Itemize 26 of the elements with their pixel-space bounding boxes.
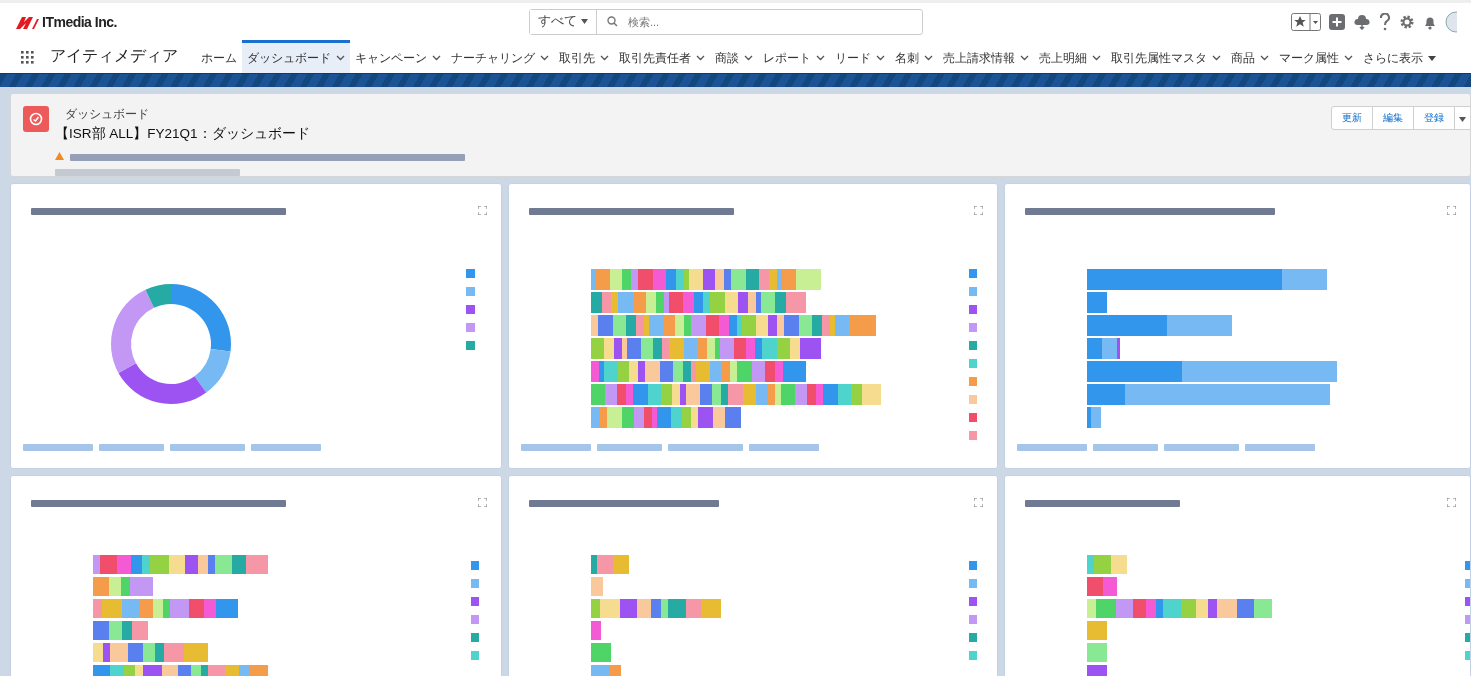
logo-text: ITmedia Inc.	[42, 13, 117, 30]
toolbar-button[interactable]: 編集	[1372, 106, 1414, 130]
nav-tab[interactable]: ダッシュボード	[242, 40, 350, 73]
page-type-label: ダッシュボード	[64, 106, 150, 123]
nav-tab[interactable]: 取引先	[554, 40, 614, 73]
nav-tab[interactable]: さらに表示	[1358, 40, 1441, 73]
nav-tab[interactable]: マーク属性	[1274, 40, 1358, 73]
search-scope-dropdown[interactable]: すべて	[530, 9, 597, 34]
nav-tab[interactable]: 取引先属性マスタ	[1106, 40, 1226, 73]
toolbar-button[interactable]: 登録	[1413, 106, 1455, 130]
nav-tab[interactable]: リード	[830, 40, 890, 73]
nav-tab[interactable]: 商品	[1226, 40, 1274, 73]
nav-tab[interactable]: キャンペーン	[350, 40, 446, 73]
app-name: アイティメディア	[50, 46, 178, 66]
dashboard-title: 【ISR部 ALL】FY21Q1：ダッシュボード	[55, 125, 311, 143]
nav-tab[interactable]: レポート	[758, 40, 830, 73]
nav-tab[interactable]: 売上請求情報	[938, 40, 1034, 73]
nav-tab[interactable]: 名刺	[890, 40, 938, 73]
nav-tab[interactable]: 売上明細	[1034, 40, 1106, 73]
nav-tab[interactable]: ホーム	[196, 40, 242, 73]
toolbar-button[interactable]: 更新	[1331, 106, 1373, 130]
nav-tab[interactable]: 商談	[710, 40, 758, 73]
nav-tab[interactable]: ナーチャリング	[446, 40, 554, 73]
search-field[interactable]: 検索...	[626, 10, 922, 33]
nav-tab[interactable]: 取引先責任者	[614, 40, 710, 73]
search-bar[interactable]: すべて 検索...	[529, 8, 923, 35]
